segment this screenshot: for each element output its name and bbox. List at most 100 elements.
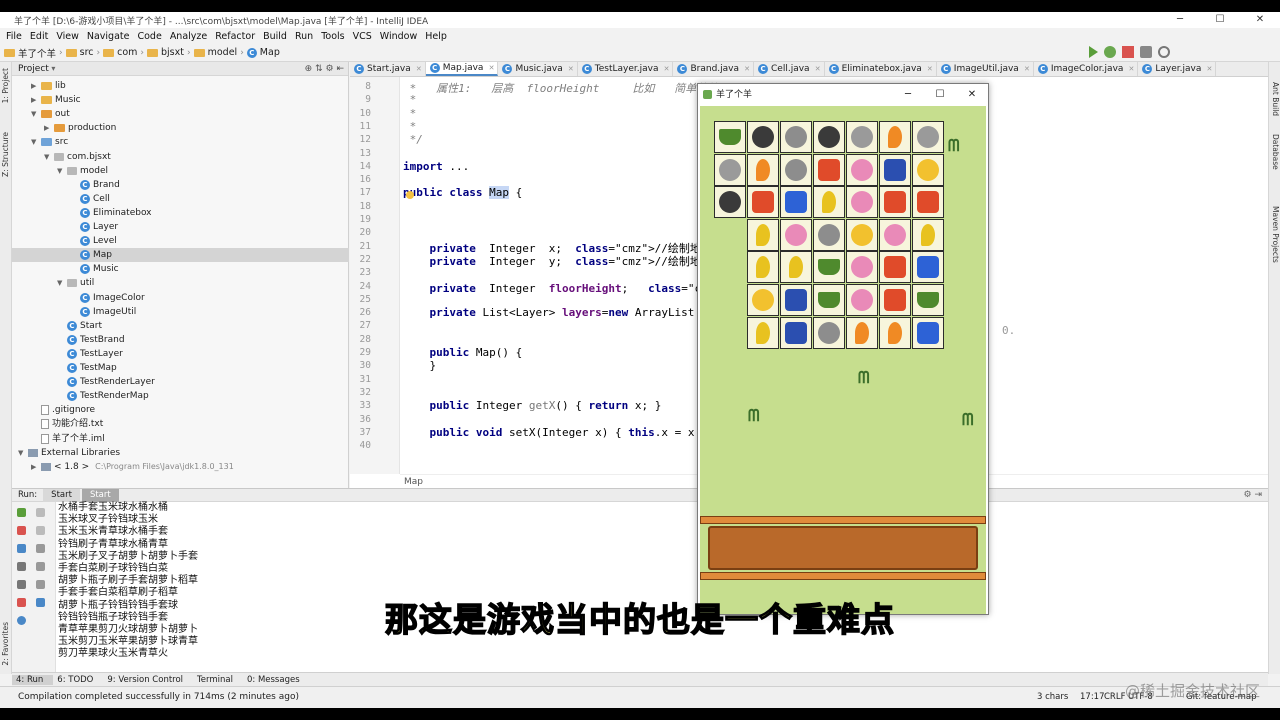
tree-item-testlayer[interactable]: C TestLayer <box>57 347 123 361</box>
expand-arrow-icon[interactable]: ▼ <box>18 446 28 460</box>
game-tile[interactable] <box>912 316 944 349</box>
game-tile[interactable] <box>780 153 812 186</box>
tree-item-music[interactable]: C Music <box>70 262 119 276</box>
bottom-tab--messages[interactable]: 0: Messages <box>243 675 310 685</box>
game-tile[interactable] <box>747 121 779 153</box>
game-maximize-icon[interactable]: ☐ <box>924 84 956 106</box>
ant-build-tab[interactable]: Ant Build <box>1271 82 1280 116</box>
bottom-tab--run[interactable]: 4: Run <box>12 674 54 685</box>
game-tile[interactable] <box>747 186 779 219</box>
tree-item-testbrand[interactable]: C TestBrand <box>57 333 125 347</box>
search-icon[interactable] <box>1158 46 1170 58</box>
bottom-tab-terminal[interactable]: Terminal <box>193 675 243 685</box>
scroll-to-end-icon[interactable] <box>36 562 45 571</box>
tab-close-icon[interactable]: ✕ <box>416 62 422 77</box>
status-line-separator[interactable]: CRLF <box>1104 692 1125 702</box>
tab-testlayer[interactable]: C TestLayer.java ✕ <box>578 62 674 76</box>
menu-item-analyze[interactable]: Analyze <box>166 31 211 42</box>
dump-threads-icon[interactable] <box>17 562 26 571</box>
target-icon[interactable]: ⊕ <box>305 64 313 74</box>
menu-item-edit[interactable]: Edit <box>26 31 52 42</box>
game-tile[interactable] <box>879 121 911 153</box>
game-tile[interactable] <box>813 121 845 153</box>
lightbulb-icon[interactable] <box>406 191 414 199</box>
menu-item-refactor[interactable]: Refactor <box>211 31 259 42</box>
breadcrumb-item[interactable]: com <box>103 47 137 58</box>
maven-projects-tab[interactable]: Maven Projects <box>1271 206 1280 263</box>
hide-icon[interactable]: ⇤ <box>336 64 344 74</box>
run-tab-start-1[interactable]: Start <box>43 488 80 502</box>
tree-item-map[interactable]: C Map <box>70 248 112 262</box>
game-minimize-icon[interactable]: ─ <box>892 84 924 106</box>
game-tile[interactable] <box>714 153 746 186</box>
tab-close-icon[interactable]: ✕ <box>1129 62 1135 77</box>
tab-map[interactable]: C Map.java ✕ <box>425 62 499 76</box>
run-settings-icon[interactable]: ⚙ ⇥ <box>1244 490 1262 500</box>
game-tile[interactable] <box>846 316 878 349</box>
game-tile[interactable] <box>912 251 944 284</box>
game-tile[interactable] <box>780 121 812 153</box>
menu-item-window[interactable]: Window <box>376 31 421 42</box>
breadcrumb-item[interactable]: C Map <box>246 47 280 58</box>
game-tile[interactable] <box>846 186 878 219</box>
menu-item-view[interactable]: View <box>52 31 83 42</box>
scroll-down-icon[interactable] <box>36 526 45 535</box>
tree-item-imagecolor[interactable]: C ImageColor <box>70 291 145 305</box>
tree-item--txt[interactable]: 功能介绍.txt <box>31 417 103 431</box>
game-tile[interactable] <box>879 316 911 349</box>
expand-arrow-icon[interactable]: ▶ <box>31 93 41 107</box>
game-tile[interactable] <box>912 284 944 316</box>
tree-item-music[interactable]: ▶ Music <box>31 93 81 107</box>
game-tile[interactable] <box>747 284 779 316</box>
game-tile[interactable] <box>747 316 779 349</box>
settings-run-icon[interactable] <box>17 580 26 589</box>
game-tile[interactable] <box>879 186 911 219</box>
tree-item-imageutil[interactable]: C ImageUtil <box>70 305 136 319</box>
structure-tool-tab[interactable]: Z: Structure <box>1 132 10 177</box>
game-tile[interactable] <box>912 186 944 219</box>
run-icon[interactable] <box>1089 46 1098 58</box>
expand-arrow-icon[interactable]: ▶ <box>44 121 54 135</box>
database-tab[interactable]: Database <box>1271 134 1280 170</box>
gear-icon[interactable]: ⚙ <box>326 64 334 74</box>
tree-item-lib[interactable]: ▶ lib <box>31 79 66 93</box>
expand-arrow-icon[interactable]: ▼ <box>44 150 54 164</box>
tree-item-testrendermap[interactable]: C TestRenderMap <box>57 389 149 403</box>
tab-start[interactable]: C Start.java ✕ <box>350 62 426 76</box>
tree-item-cell[interactable]: C Cell <box>70 192 110 206</box>
tab-close-icon[interactable]: ✕ <box>815 62 821 77</box>
expand-arrow-icon[interactable]: ▶ <box>31 79 41 93</box>
tree-item-testrenderlayer[interactable]: C TestRenderLayer <box>57 375 155 389</box>
game-window[interactable]: 羊了个羊 ─ ☐ ✕ ᗰ ᗰ ᗰ ᗰ <box>697 83 989 615</box>
game-tile[interactable] <box>780 218 812 251</box>
expand-arrow-icon[interactable]: ▶ <box>31 460 41 474</box>
expand-arrow-icon[interactable]: ▼ <box>31 107 41 121</box>
breadcrumb-item[interactable]: bjsxt <box>147 47 184 58</box>
game-tile[interactable] <box>846 218 878 251</box>
menu-item-vcs[interactable]: VCS <box>349 31 376 42</box>
game-tile[interactable] <box>813 218 845 251</box>
tab-cell[interactable]: C Cell.java ✕ <box>754 62 825 76</box>
tab-imageutil[interactable]: C ImageUtil.java ✕ <box>937 62 1034 76</box>
breadcrumb-item[interactable]: src <box>65 47 94 58</box>
menu-item-code[interactable]: Code <box>133 31 165 42</box>
status-position[interactable]: 17:17 <box>1080 692 1105 702</box>
tree-item-eliminatebox[interactable]: C Eliminatebox <box>70 206 152 220</box>
game-tile[interactable] <box>912 218 944 251</box>
tab-imagecolor[interactable]: C ImageColor.java ✕ <box>1034 62 1139 76</box>
stop-run-icon[interactable] <box>17 526 26 535</box>
game-close-icon[interactable]: ✕ <box>956 84 988 106</box>
game-tile[interactable] <box>846 284 878 316</box>
scroll-up-icon[interactable] <box>36 508 45 517</box>
tab-music[interactable]: C Music.java ✕ <box>498 62 578 77</box>
menu-item-help[interactable]: Help <box>421 31 451 42</box>
tab-close-icon[interactable]: ✕ <box>568 62 574 77</box>
game-tile[interactable] <box>879 284 911 316</box>
game-tile[interactable] <box>879 251 911 284</box>
tree-item-model[interactable]: ▼ model <box>57 164 108 178</box>
project-panel-title[interactable]: Project <box>18 64 49 74</box>
tree-item-testmap[interactable]: C TestMap <box>57 361 117 375</box>
game-tile[interactable] <box>747 251 779 284</box>
tab-close-icon[interactable]: ✕ <box>1024 62 1030 77</box>
maximize-icon[interactable]: ☐ <box>1200 12 1240 28</box>
